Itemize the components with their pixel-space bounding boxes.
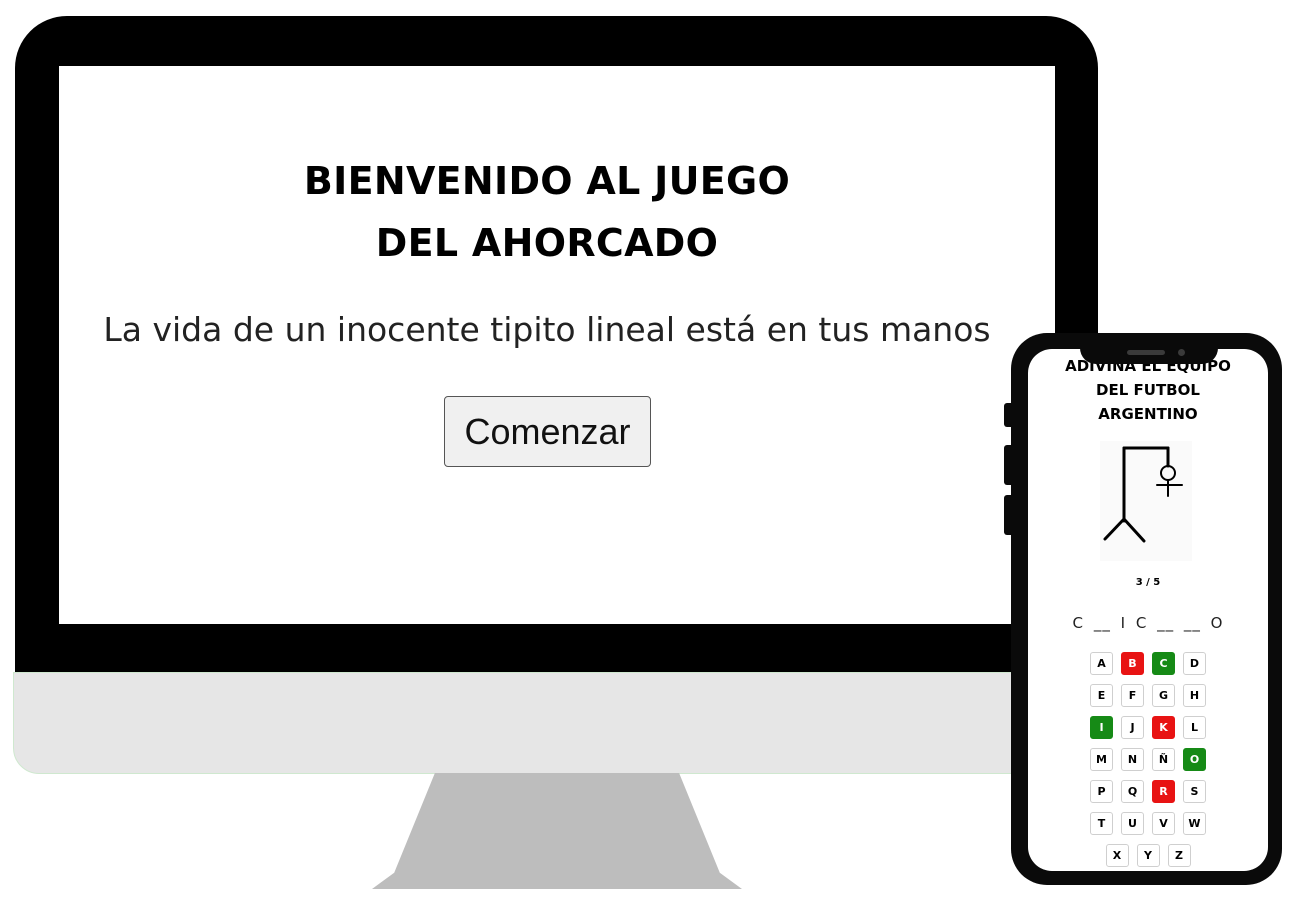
welcome-title-line-2: DEL AHORCADO <box>375 221 719 265</box>
letter-key-i[interactable]: I <box>1090 716 1113 739</box>
word-slot: __ <box>1183 614 1201 632</box>
hangman-head <box>1160 465 1176 481</box>
word-slot: O <box>1210 614 1224 632</box>
letter-key-t[interactable]: T <box>1090 812 1113 835</box>
keyboard-row: ABCD <box>1028 652 1268 675</box>
keyboard-row: TUVW <box>1028 812 1268 835</box>
word-slot: C <box>1135 614 1148 632</box>
desktop-screen: BIENVENIDO AL JUEGO DEL AHORCADO La vida… <box>59 66 1055 624</box>
keyboard-row: PQRS <box>1028 780 1268 803</box>
word-slot: __ <box>1157 614 1175 632</box>
attempts-counter: 3 / 5 <box>1135 577 1161 588</box>
letter-key-s[interactable]: S <box>1183 780 1206 803</box>
letter-key-b[interactable]: B <box>1121 652 1144 675</box>
monitor-stand <box>372 773 742 889</box>
gallows-icon <box>1103 446 1183 543</box>
mobile-title-line-2: DEL FUTBOL <box>1096 381 1200 399</box>
letter-key-o[interactable]: O <box>1183 748 1206 771</box>
camera-icon <box>1178 349 1185 356</box>
keyboard-row: IJKL <box>1028 716 1268 739</box>
mobile-title-line-3: ARGENTINO <box>1098 405 1198 423</box>
letter-key-v[interactable]: V <box>1152 812 1175 835</box>
letter-key-l[interactable]: L <box>1183 716 1206 739</box>
word-slot: C <box>1072 614 1085 632</box>
letter-key-u[interactable]: U <box>1121 812 1144 835</box>
letter-key-m[interactable]: M <box>1090 748 1113 771</box>
word-slot: I <box>1120 614 1127 632</box>
keyboard-row: MNÑO <box>1028 748 1268 771</box>
gallows-left-leg <box>1103 517 1126 541</box>
letter-key-w[interactable]: W <box>1183 812 1206 835</box>
phone-screen: ADIVINA EL EQUIPO DEL FUTBOL ARGENTINO 3… <box>1028 349 1268 871</box>
letter-key-y[interactable]: Y <box>1136 844 1160 867</box>
letter-key-n[interactable]: N <box>1121 748 1144 771</box>
letter-key-a[interactable]: A <box>1090 652 1113 675</box>
monitor-chin <box>13 672 1101 774</box>
phone-speaker <box>1127 350 1165 355</box>
letter-key-j[interactable]: J <box>1121 716 1144 739</box>
letter-key-p[interactable]: P <box>1090 780 1113 803</box>
letter-key-d[interactable]: D <box>1183 652 1206 675</box>
letter-key-f[interactable]: F <box>1121 684 1144 707</box>
letter-key-q[interactable]: Q <box>1121 780 1144 803</box>
letter-key-g[interactable]: G <box>1152 684 1175 707</box>
start-button[interactable]: Comenzar <box>444 396 651 467</box>
letter-key-z[interactable]: Z <box>1167 844 1191 867</box>
hangman-drawing <box>1100 441 1192 561</box>
letter-key-ñ[interactable]: Ñ <box>1152 748 1175 771</box>
letter-key-k[interactable]: K <box>1152 716 1175 739</box>
welcome-title: BIENVENIDO AL JUEGO DEL AHORCADO <box>59 150 1035 274</box>
letter-key-e[interactable]: E <box>1090 684 1113 707</box>
word-slot: __ <box>1093 614 1111 632</box>
letter-key-x[interactable]: X <box>1105 844 1129 867</box>
letter-keyboard: ABCD EFGH IJKL MNÑO PQRS TUVW XYZ <box>1028 652 1268 871</box>
keyboard-row: XYZ <box>1028 844 1268 867</box>
letter-key-r[interactable]: R <box>1152 780 1175 803</box>
keyboard-row: EFGH <box>1028 684 1268 707</box>
letter-key-h[interactable]: H <box>1183 684 1206 707</box>
hidden-word: C __ I C __ __ O <box>1028 614 1268 632</box>
mobile-title: ADIVINA EL EQUIPO DEL FUTBOL ARGENTINO <box>1028 354 1268 426</box>
letter-key-c[interactable]: C <box>1152 652 1175 675</box>
gallows-right-leg <box>1122 517 1146 543</box>
welcome-title-line-1: BIENVENIDO AL JUEGO <box>303 159 791 203</box>
tagline: La vida de un inocente tipito lineal est… <box>103 310 991 349</box>
